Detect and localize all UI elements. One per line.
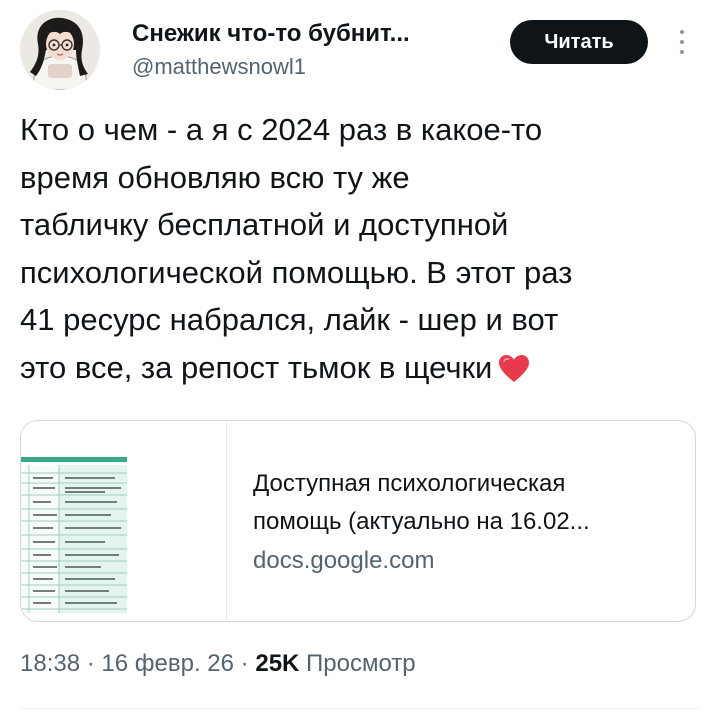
tweet-line: психологической помощью. В этот раз (20, 254, 573, 290)
tweet-header: Снежик что-то бубнит... @matthewsnowl1 Ч… (20, 10, 700, 90)
tweet-line: это все, за репост тьмок в щечки (20, 349, 493, 385)
author-display-name[interactable]: Снежик что-то бубнит... (132, 20, 410, 48)
avatar-illustration (20, 10, 100, 90)
link-card-title-line: помощь (актуально на 16.02... (253, 508, 590, 535)
tweet-text: Кто о чем - а я с 2024 раз в какое-то вр… (20, 106, 700, 391)
avatar[interactable] (20, 10, 100, 90)
view-count: 25K (255, 650, 300, 677)
tweet-line: табличку бесплатной и доступной (20, 207, 509, 242)
meta-separator: · (240, 650, 249, 677)
follow-button[interactable]: Читать (510, 20, 648, 64)
author-handle[interactable]: @matthewsnowl1 (132, 54, 306, 80)
divider (20, 708, 700, 709)
tweet-date[interactable]: 16 февр. 26 (101, 650, 234, 677)
spreadsheet-thumbnail (21, 421, 227, 621)
tweet-line: 41 ресурс набрался, лайк - шер и вот (20, 302, 559, 337)
link-card[interactable]: Доступная психологическая помощь (актуал… (20, 420, 696, 622)
tweet-line: время обновляю всю ту же (20, 159, 410, 195)
heart-icon (499, 354, 530, 382)
tweet-line-last: это все, за репост тьмок в щечки (20, 344, 700, 392)
tweet-time[interactable]: 18:38 (20, 650, 80, 677)
meta-separator: · (86, 650, 95, 677)
link-card-info: Доступная психологическая помощь (актуал… (253, 465, 683, 579)
tweet-meta: 18:38 · 16 февр. 26 · 25K Просмотр (20, 650, 416, 678)
link-card-title: Доступная психологическая помощь (актуал… (253, 465, 683, 541)
tweet-line: Кто о чем - а я с 2024 раз в какое-то (20, 112, 543, 147)
link-card-title-line: Доступная психологическая (253, 470, 566, 497)
link-card-domain: docs.google.com (253, 547, 435, 574)
more-vertical-icon[interactable] (670, 26, 694, 58)
view-count-label: Просмотр (306, 650, 416, 677)
